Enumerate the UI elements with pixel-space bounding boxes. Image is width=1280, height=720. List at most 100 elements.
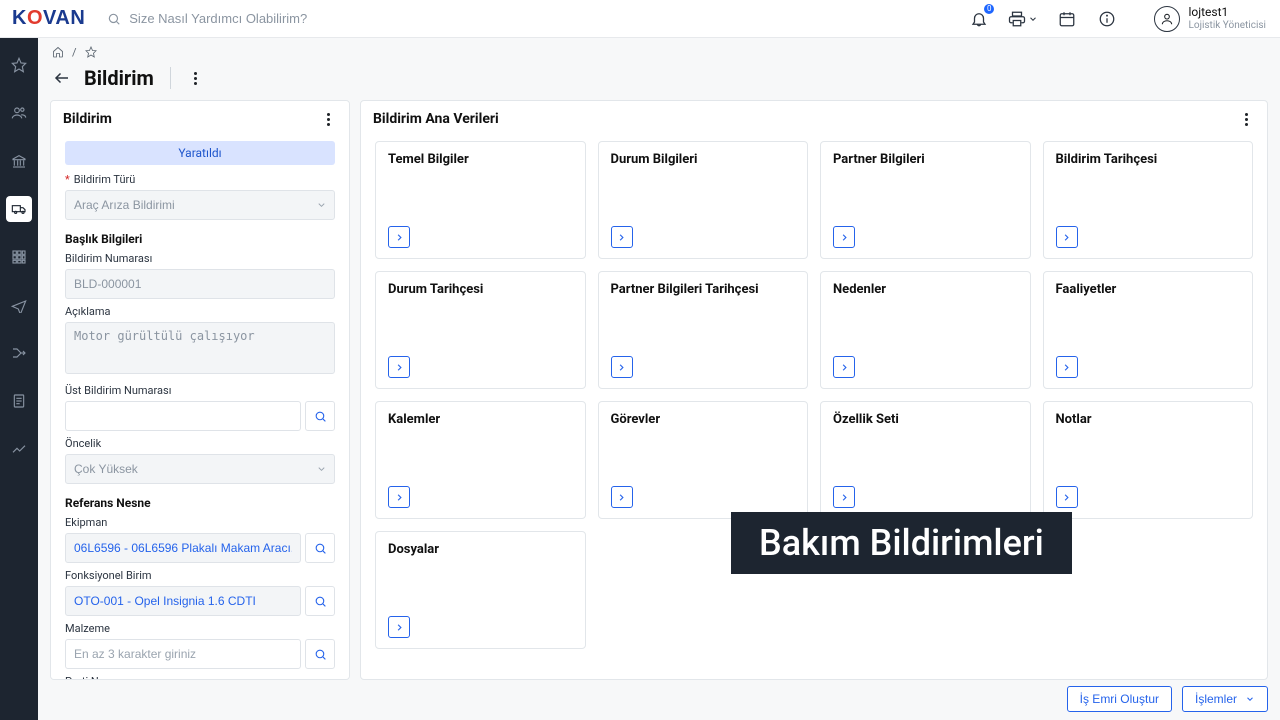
top-right-tools: 0 lojtest1 Lojistik Yöneticisi: [968, 6, 1266, 32]
app-logo: KOVAN: [12, 7, 85, 30]
rail-flights[interactable]: [6, 292, 32, 318]
ana-panel-title: Bildirim Ana Verileri: [373, 111, 499, 127]
card-open-button[interactable]: [611, 356, 633, 378]
type-field[interactable]: [65, 190, 335, 220]
rail-bank[interactable]: [6, 148, 32, 174]
data-card: Bildirim Tarihçesi: [1043, 141, 1254, 259]
type-select[interactable]: [65, 190, 335, 220]
malzeme-input[interactable]: [65, 639, 301, 669]
card-open-button[interactable]: [833, 486, 855, 508]
logo-part-o: O: [27, 7, 43, 30]
rail-analytics[interactable]: [6, 436, 32, 462]
card-grid: Temel Bilgiler Durum Bilgileri Partner Bil…: [361, 137, 1267, 663]
card-open-button[interactable]: [1056, 226, 1078, 248]
rail-logistics[interactable]: [6, 196, 32, 222]
data-card: Partner Bilgileri Tarihçesi: [598, 271, 809, 389]
ekipman-input[interactable]: [65, 533, 301, 563]
rail-favorites[interactable]: [6, 52, 32, 78]
title-separator: [170, 67, 171, 89]
card-open-button[interactable]: [833, 226, 855, 248]
desc-label: Açıklama: [65, 305, 335, 318]
home-icon[interactable]: [52, 46, 64, 58]
search-icon: [314, 410, 327, 423]
malzeme-search-button[interactable]: [305, 639, 335, 669]
left-rail: [0, 38, 38, 720]
card-open-button[interactable]: [388, 486, 410, 508]
data-card: Durum Bilgileri: [598, 141, 809, 259]
card-title: Kalemler: [388, 412, 573, 427]
search-icon: [314, 595, 327, 608]
rail-reports[interactable]: [6, 388, 32, 414]
desc-field: [65, 322, 335, 378]
ana-panel-header: Bildirim Ana Verileri: [361, 101, 1267, 137]
page-more-menu[interactable]: [187, 72, 205, 85]
arrow-left-icon: [53, 69, 71, 87]
parent-input[interactable]: [65, 401, 301, 431]
card-title: Temel Bilgiler: [388, 152, 573, 167]
bildirim-ana-panel: Bildirim Ana Verileri Temel Bilgiler Duru…: [360, 100, 1268, 680]
print-menu[interactable]: [1008, 8, 1038, 30]
fonksiyonel-search-button[interactable]: [305, 586, 335, 616]
breadcrumb-sep: /: [72, 46, 77, 59]
form-panel-header: Bildirim: [51, 101, 349, 137]
card-title: Partner Bilgileri: [833, 152, 1018, 167]
create-work-order-button[interactable]: İş Emri Oluştur: [1067, 686, 1172, 712]
notifications-button[interactable]: 0: [968, 8, 990, 30]
user-name: lojtest1: [1188, 6, 1266, 20]
priority-field[interactable]: [65, 454, 335, 484]
ekipman-search-button[interactable]: [305, 533, 335, 563]
document-icon: [11, 393, 27, 409]
data-card: Özellik Seti: [820, 401, 1031, 519]
card-open-button[interactable]: [388, 226, 410, 248]
rail-users[interactable]: [6, 100, 32, 126]
data-card: Nedenler: [820, 271, 1031, 389]
chevron-right-icon: [394, 232, 405, 243]
priority-select[interactable]: [65, 454, 335, 484]
chevron-down-icon: [1028, 14, 1038, 24]
data-card: Partner Bilgileri: [820, 141, 1031, 259]
main-area: / Bildirim Bildirim Yaratıldı *Bildirim …: [38, 38, 1280, 720]
content-row: Bildirim Yaratıldı *Bildirim Türü Başlık…: [38, 100, 1280, 680]
card-open-button[interactable]: [1056, 356, 1078, 378]
global-search-input[interactable]: [129, 11, 429, 26]
user-menu[interactable]: lojtest1 Lojistik Yöneticisi: [1154, 6, 1266, 32]
card-open-button[interactable]: [611, 226, 633, 248]
card-open-button[interactable]: [1056, 486, 1078, 508]
card-title: Notlar: [1056, 412, 1241, 427]
grid-icon: [11, 249, 27, 265]
breadcrumb: /: [38, 38, 1280, 60]
search-icon: [107, 12, 121, 26]
form-panel-title: Bildirim: [63, 111, 112, 127]
rail-integrations[interactable]: [6, 340, 32, 366]
page-title: Bildirim: [84, 66, 154, 90]
malzeme-label: Malzeme: [65, 622, 335, 635]
ana-panel-menu[interactable]: [1237, 113, 1255, 126]
rail-apps[interactable]: [6, 244, 32, 270]
card-open-button[interactable]: [833, 356, 855, 378]
fonksiyonel-input[interactable]: [65, 586, 301, 616]
chevron-right-icon: [394, 622, 405, 633]
actions-menu-button[interactable]: İşlemler: [1182, 686, 1268, 712]
star-icon: [11, 57, 27, 73]
card-open-button[interactable]: [388, 616, 410, 638]
chevron-right-icon: [1061, 492, 1072, 503]
user-role: Lojistik Yöneticisi: [1188, 20, 1266, 32]
form-panel-menu[interactable]: [319, 113, 337, 126]
card-open-button[interactable]: [388, 356, 410, 378]
chevron-down-icon: [1245, 694, 1255, 704]
parent-label: Üst Bildirim Numarası: [65, 384, 335, 397]
star-outline-icon[interactable]: [85, 46, 97, 58]
chevron-right-icon: [616, 232, 627, 243]
logo-part-van: VAN: [43, 7, 85, 30]
chart-icon: [11, 441, 27, 457]
chevron-right-icon: [616, 492, 627, 503]
help-button[interactable]: [1096, 8, 1118, 30]
chevron-right-icon: [1061, 232, 1072, 243]
calendar-button[interactable]: [1056, 8, 1078, 30]
parent-search-button[interactable]: [305, 401, 335, 431]
card-open-button[interactable]: [611, 486, 633, 508]
bildirim-form-panel: Bildirim Yaratıldı *Bildirim Türü Başlık…: [50, 100, 350, 680]
back-button[interactable]: [52, 67, 72, 89]
avatar: [1154, 6, 1180, 32]
type-label: *Bildirim Türü: [65, 173, 335, 186]
